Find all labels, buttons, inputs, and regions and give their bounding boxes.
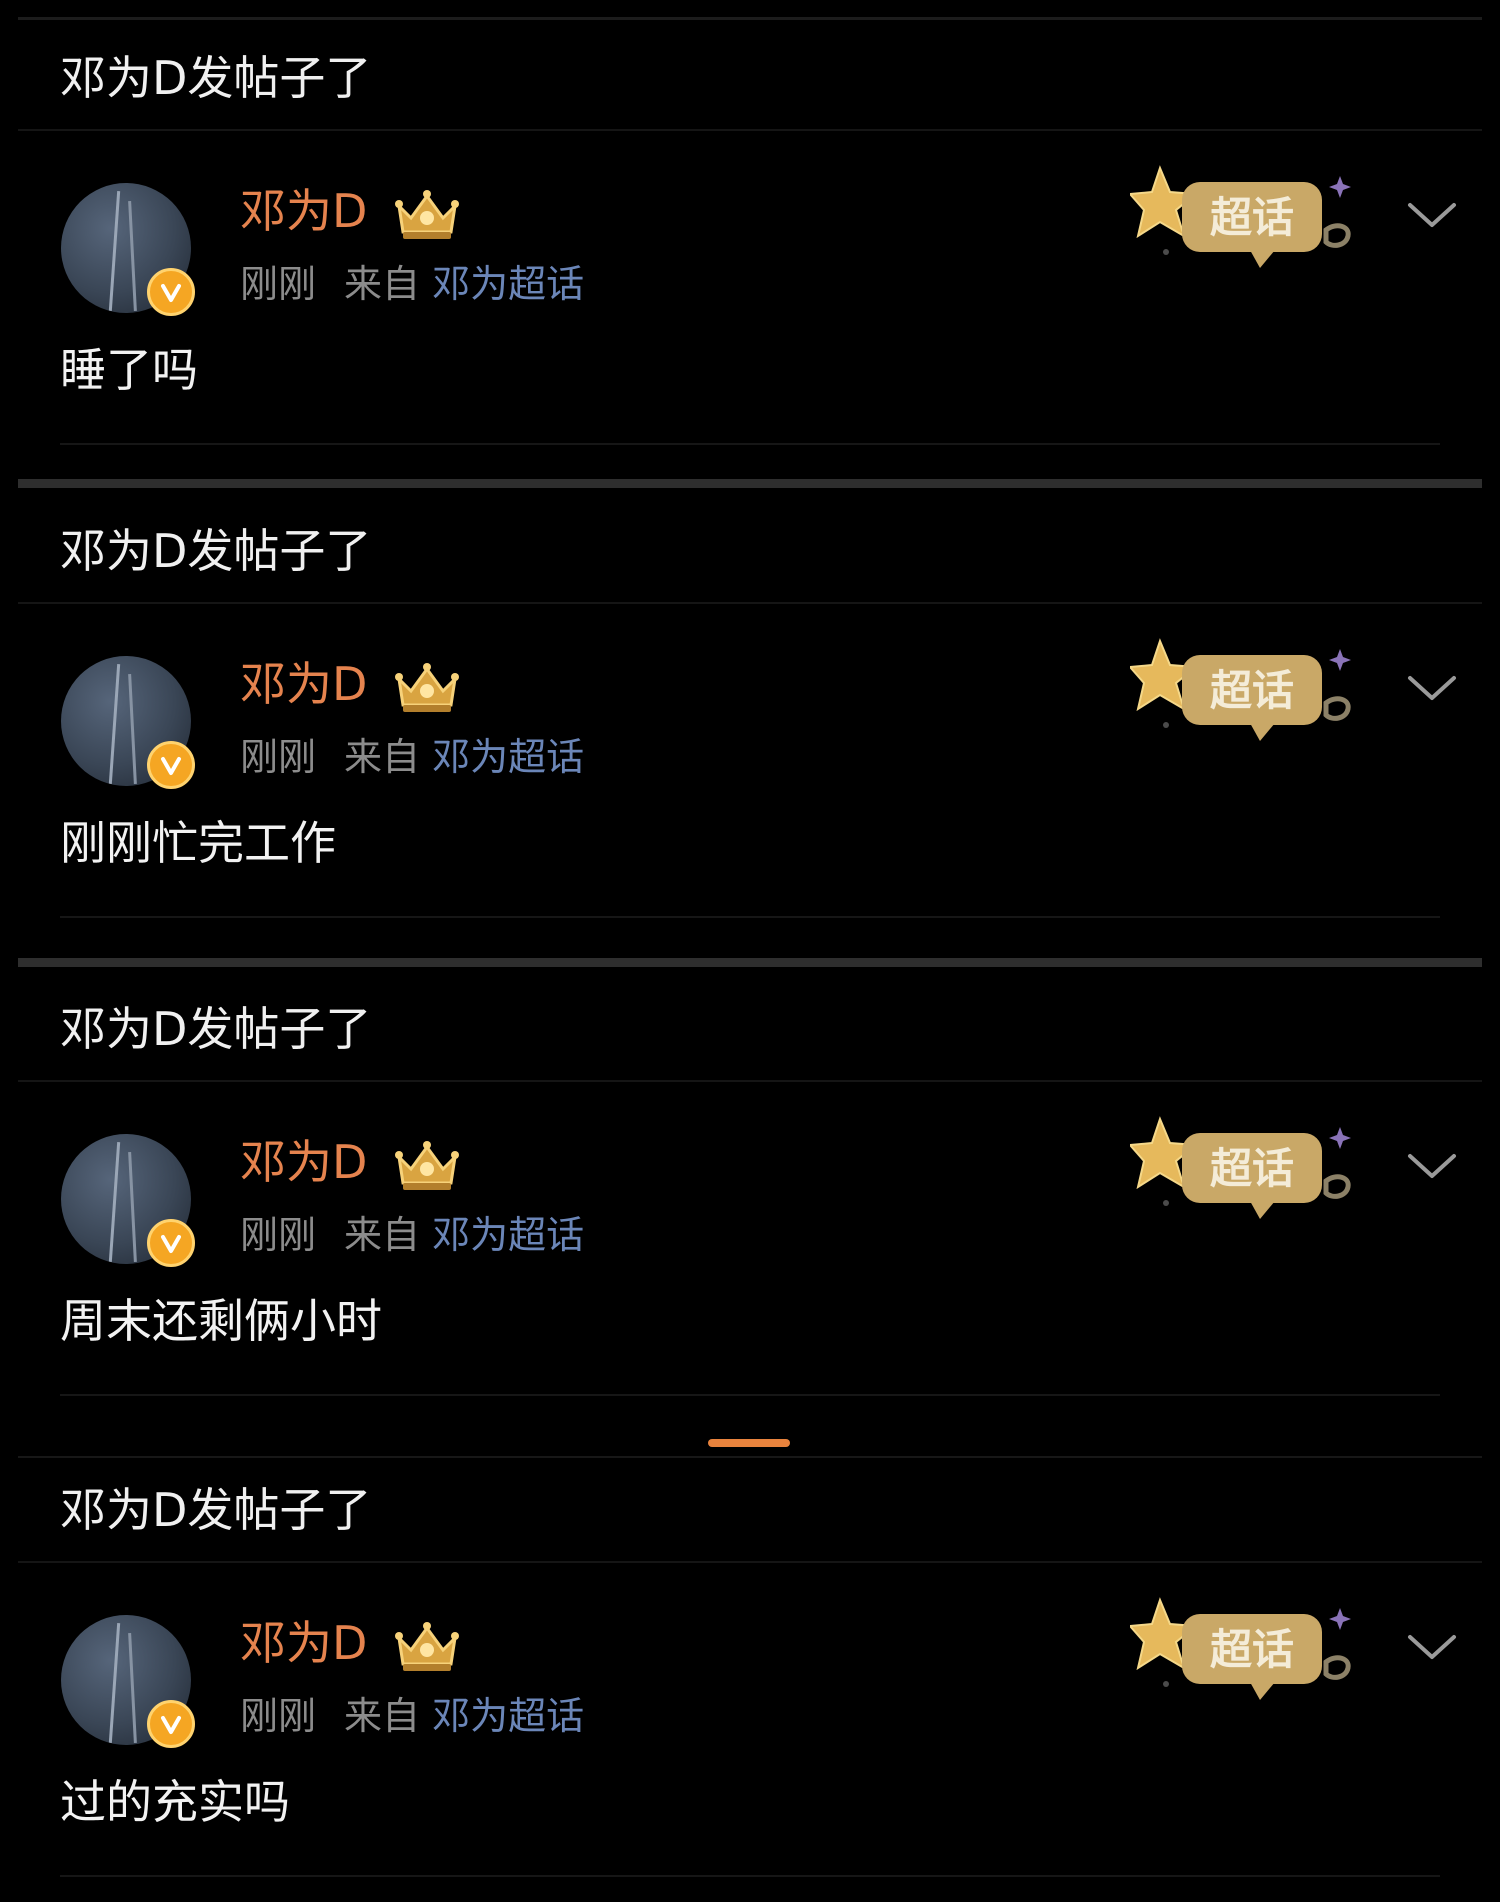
author-avatar[interactable] xyxy=(61,656,195,789)
sticker-label: 超话 xyxy=(1210,193,1294,242)
post-meta: 刚刚 来自 邓为超话 xyxy=(240,733,584,781)
verified-v-icon xyxy=(147,741,195,789)
source-prefix: 来自 xyxy=(344,262,421,306)
author-name[interactable]: 邓为D xyxy=(240,656,367,712)
crown-level-icon[interactable] xyxy=(393,1139,461,1193)
author-avatar[interactable] xyxy=(61,1615,195,1748)
author-avatar[interactable] xyxy=(61,183,195,316)
post-body-text: 过的充实吗 xyxy=(60,1775,290,1829)
post-meta: 刚刚 来自 邓为超话 xyxy=(240,1692,584,1740)
chaohua-star-sticker-icon[interactable]: 超话 xyxy=(1130,1111,1380,1231)
post-body-text: 周末还剩俩小时 xyxy=(60,1294,382,1348)
post-card[interactable]: 邓为D发帖子了 邓为D 刚刚 来自 邓为超话 超话 xyxy=(18,493,1482,943)
source-link[interactable]: 邓为超话 xyxy=(432,735,584,779)
chaohua-star-sticker-icon[interactable]: 超话 xyxy=(1130,633,1380,753)
post-separator xyxy=(18,479,1482,488)
card-divider xyxy=(60,443,1440,445)
source-link[interactable]: 邓为超话 xyxy=(432,1694,584,1738)
post-meta: 刚刚 来自 邓为超话 xyxy=(240,260,584,308)
scroll-indicator xyxy=(708,1439,790,1447)
verified-v-icon xyxy=(147,1700,195,1748)
crown-level-icon[interactable] xyxy=(393,1620,461,1674)
post-body-text: 刚刚忙完工作 xyxy=(60,816,336,870)
source-prefix: 来自 xyxy=(344,1213,421,1257)
post-body-text: 睡了吗 xyxy=(60,343,198,397)
chevron-down-icon[interactable] xyxy=(1402,1146,1462,1186)
post-header-title: 邓为D发帖子了 xyxy=(60,524,372,578)
card-divider xyxy=(60,1875,1440,1877)
sticker-label: 超话 xyxy=(1210,1625,1294,1674)
post-card-header: 邓为D发帖子了 xyxy=(18,1452,1482,1563)
post-header-title: 邓为D发帖子了 xyxy=(60,1002,372,1056)
verified-v-icon xyxy=(147,268,195,316)
post-card-header: 邓为D发帖子了 xyxy=(18,20,1482,131)
post-feed: 邓为D发帖子了 邓为D 刚刚 来自 邓为超话 超话 睡了吗 邓为D发帖子了 邓为… xyxy=(18,0,1482,1893)
sticker-label: 超话 xyxy=(1210,1144,1294,1193)
author-name[interactable]: 邓为D xyxy=(240,183,367,239)
card-divider xyxy=(60,1394,1440,1396)
author-name[interactable]: 邓为D xyxy=(240,1615,367,1671)
source-link[interactable]: 邓为超话 xyxy=(432,1213,584,1257)
post-time: 刚刚 xyxy=(240,735,317,779)
post-time: 刚刚 xyxy=(240,1694,317,1738)
chaohua-star-sticker-icon[interactable]: 超话 xyxy=(1130,160,1380,280)
post-card[interactable]: 邓为D发帖子了 邓为D 刚刚 来自 邓为超话 超话 xyxy=(18,1452,1482,1902)
chevron-down-icon[interactable] xyxy=(1402,195,1462,235)
crown-level-icon[interactable] xyxy=(393,188,461,242)
post-time: 刚刚 xyxy=(240,1213,317,1257)
post-card[interactable]: 邓为D发帖子了 邓为D 刚刚 来自 邓为超话 超话 xyxy=(18,20,1482,470)
source-link[interactable]: 邓为超话 xyxy=(432,262,584,306)
post-header-title: 邓为D发帖子了 xyxy=(60,1483,372,1537)
post-meta: 刚刚 来自 邓为超话 xyxy=(240,1211,584,1259)
chaohua-star-sticker-icon[interactable]: 超话 xyxy=(1130,1592,1380,1712)
source-prefix: 来自 xyxy=(344,735,421,779)
author-name[interactable]: 邓为D xyxy=(240,1134,367,1190)
post-header-title: 邓为D发帖子了 xyxy=(60,51,372,105)
card-divider xyxy=(60,916,1440,918)
post-time: 刚刚 xyxy=(240,262,317,306)
crown-level-icon[interactable] xyxy=(393,661,461,715)
verified-v-icon xyxy=(147,1219,195,1267)
post-card-header: 邓为D发帖子了 xyxy=(18,971,1482,1082)
sticker-label: 超话 xyxy=(1210,666,1294,715)
source-prefix: 来自 xyxy=(344,1694,421,1738)
post-separator xyxy=(18,958,1482,967)
author-avatar[interactable] xyxy=(61,1134,195,1267)
post-card-header: 邓为D发帖子了 xyxy=(18,493,1482,604)
chevron-down-icon[interactable] xyxy=(1402,1627,1462,1667)
chevron-down-icon[interactable] xyxy=(1402,668,1462,708)
post-card[interactable]: 邓为D发帖子了 邓为D 刚刚 来自 邓为超话 超话 xyxy=(18,971,1482,1421)
